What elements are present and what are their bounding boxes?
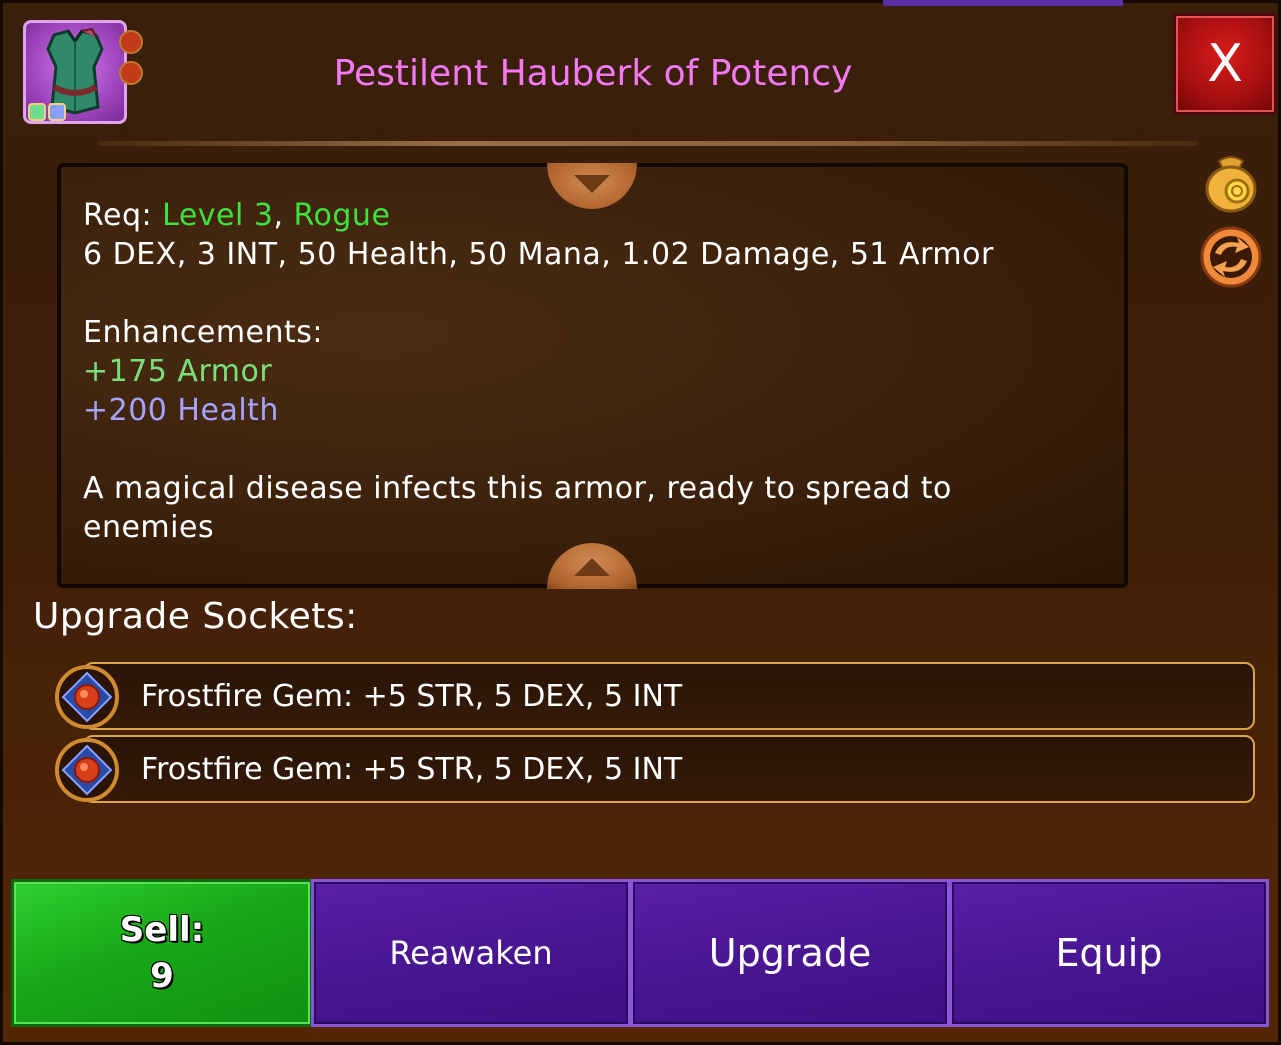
socket-gem-icon <box>119 61 143 85</box>
sell-price: 9 <box>150 956 174 996</box>
upgrade-label: Upgrade <box>708 931 872 975</box>
equip-button[interactable]: Equip <box>949 879 1269 1027</box>
item-detail-dialog: Pestilent Hauberk of Potency X Req: Leve… <box>0 0 1281 1045</box>
upgrade-sockets-heading: Upgrade Sockets: <box>33 596 358 637</box>
equip-label: Equip <box>1055 931 1163 975</box>
req-separator: , <box>273 198 294 233</box>
sell-button[interactable]: Sell: 9 <box>11 879 313 1027</box>
refresh-arrows-icon[interactable] <box>1199 225 1263 289</box>
socket-1-text: Frostfire Gem: +5 STR, 5 DEX, 5 INT <box>141 679 683 714</box>
title-divider <box>98 141 1198 146</box>
req-level: Level 3 <box>162 198 274 233</box>
reawaken-button[interactable]: Reawaken <box>311 879 631 1027</box>
upgrade-button[interactable]: Upgrade <box>630 879 950 1027</box>
frostfire-gem-icon <box>55 665 119 729</box>
req-prefix: Req: <box>83 198 163 233</box>
enhancement-armor: +175 Armor <box>83 354 273 389</box>
flavor-text-line-2: enemies <box>83 510 215 545</box>
enhancement-health: +200 Health <box>83 393 279 428</box>
socket-2-text: Frostfire Gem: +5 STR, 5 DEX, 5 INT <box>141 752 683 787</box>
green-socket-indicator <box>28 103 46 121</box>
flavor-text-line-1: A magical disease infects this armor, re… <box>83 471 952 506</box>
frostfire-gem-icon <box>55 738 119 802</box>
armor-vest-icon <box>23 20 127 124</box>
requirements-line: Req: Level 3, Rogue <box>83 198 390 233</box>
close-button[interactable]: X <box>1173 13 1277 115</box>
socket-gem-icon <box>119 30 143 54</box>
blue-socket-indicator <box>48 103 66 121</box>
sell-label-group: Sell: 9 <box>14 907 310 999</box>
base-stats: 6 DEX, 3 INT, 50 Health, 50 Mana, 1.02 D… <box>83 237 994 272</box>
enhancements-label: Enhancements: <box>83 315 324 350</box>
arrow-up-icon <box>574 558 610 576</box>
arrow-down-icon <box>574 175 610 193</box>
req-class: Rogue <box>293 198 391 233</box>
item-title: Pestilent Hauberk of Potency <box>333 53 853 94</box>
sell-label: Sell: <box>119 910 205 950</box>
reawaken-label: Reawaken <box>389 934 553 972</box>
gold-pouch-icon[interactable] <box>1199 149 1263 213</box>
